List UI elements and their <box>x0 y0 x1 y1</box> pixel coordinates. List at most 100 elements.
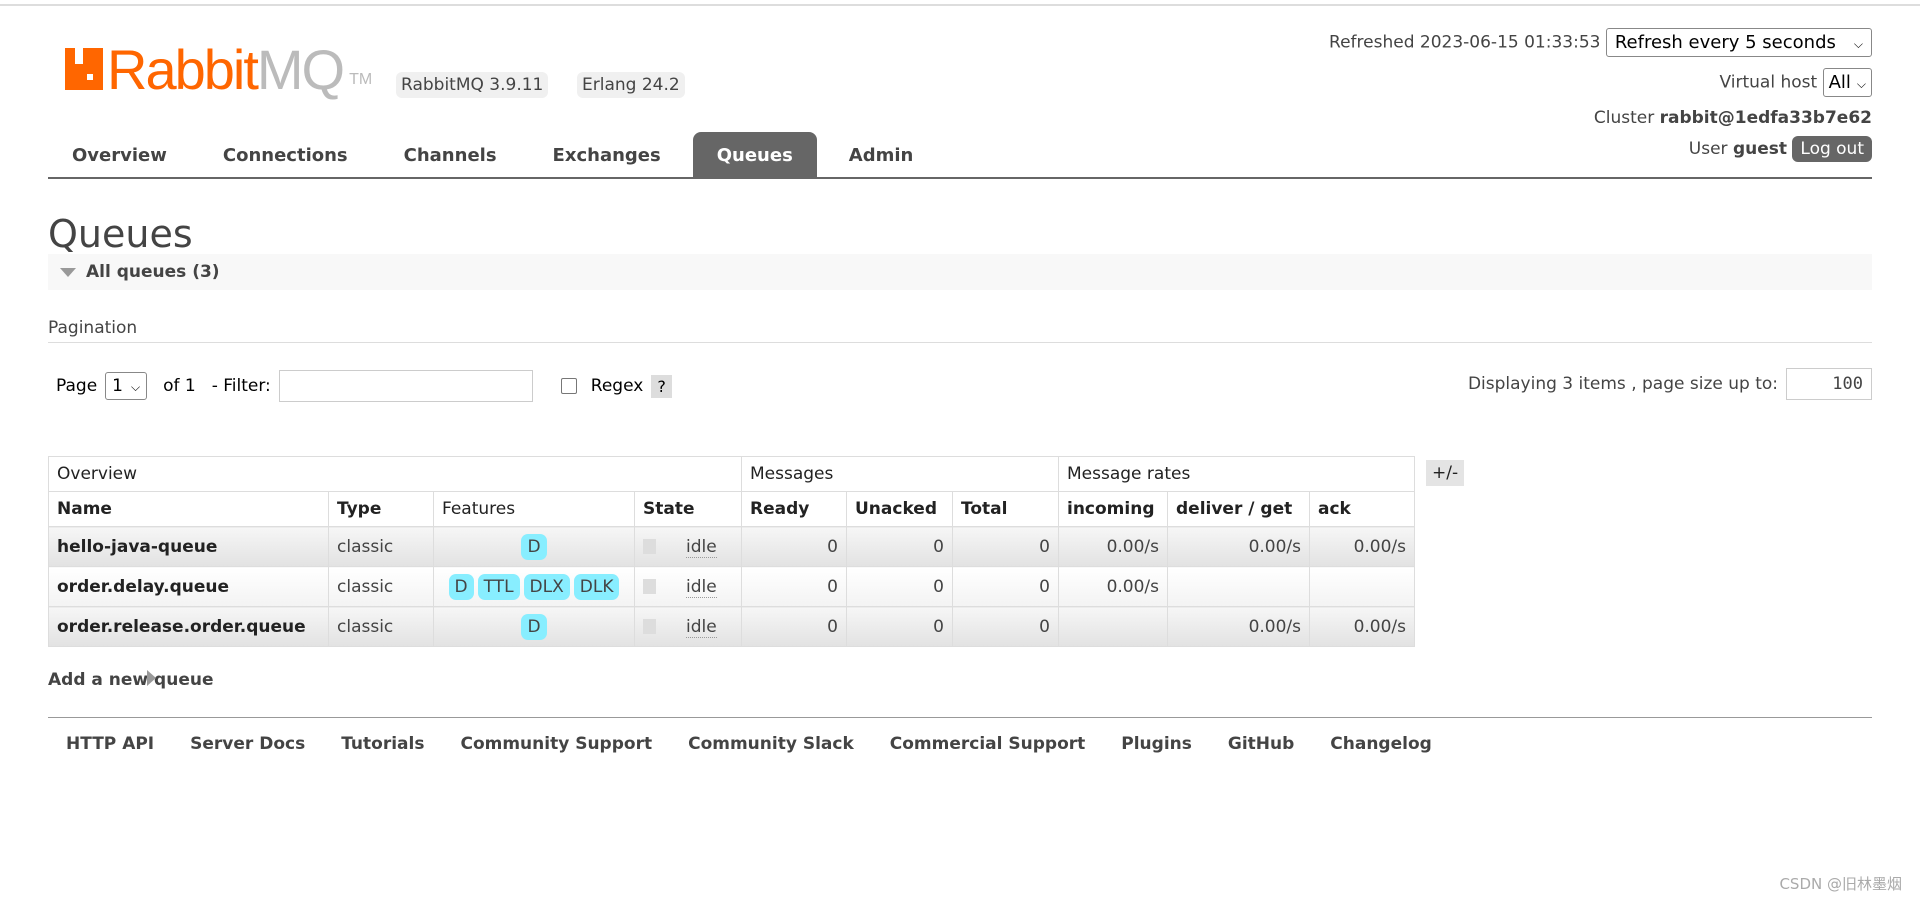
vhost-label: Virtual host <box>1719 72 1818 93</box>
col-deliver-get[interactable]: deliver / get <box>1167 491 1310 527</box>
footer-link-http-api[interactable]: HTTP API <box>66 734 154 754</box>
feature-badge: D <box>521 613 547 640</box>
col-ack[interactable]: ack <box>1309 491 1415 527</box>
footer-link-github[interactable]: GitHub <box>1228 734 1294 754</box>
col-name[interactable]: Name <box>48 491 329 527</box>
main-nav: Overview Connections Channels Exchanges … <box>48 132 1872 179</box>
all-queues-toggle[interactable]: All queues (3) <box>48 254 1872 290</box>
state-label: idle <box>686 536 717 558</box>
footer-link-changelog[interactable]: Changelog <box>1330 734 1432 754</box>
refreshed-label: Refreshed 2023-06-15 01:33:53 <box>1329 32 1601 53</box>
footer-link-server-docs[interactable]: Server Docs <box>190 734 305 754</box>
page-select[interactable]: 1 ⌵ <box>105 372 148 400</box>
queue-name-link[interactable]: hello-java-queue <box>48 526 329 567</box>
total-count: 0 <box>952 526 1059 567</box>
add-queue-toggle[interactable]: Add a new queue <box>48 670 214 690</box>
footer: HTTP API Server Docs Tutorials Community… <box>48 717 1872 754</box>
page-label: Page <box>56 376 98 396</box>
incoming-rate: 0.00/s <box>1058 526 1168 567</box>
queue-features: D <box>433 606 635 647</box>
ack-rate <box>1309 566 1415 607</box>
ready-count: 0 <box>741 566 847 607</box>
col-state[interactable]: State <box>634 491 742 527</box>
tab-connections[interactable]: Connections <box>199 132 372 177</box>
refresh-interval-select[interactable]: Refresh every 5 seconds ⌵ <box>1605 28 1872 57</box>
tab-channels[interactable]: Channels <box>380 132 521 177</box>
chevron-down-icon: ⌵ <box>1853 37 1863 51</box>
state-label: idle <box>686 576 717 598</box>
col-unacked[interactable]: Unacked <box>846 491 953 527</box>
footer-link-plugins[interactable]: Plugins <box>1121 734 1192 754</box>
state-indicator-icon <box>643 539 656 554</box>
column-toggle-button[interactable]: +/- <box>1426 460 1465 486</box>
deliver-get-rate: 0.00/s <box>1167 606 1310 647</box>
filter-input[interactable] <box>278 370 533 402</box>
logo-tm: TM <box>349 71 373 88</box>
cluster-label: Cluster <box>1593 108 1655 128</box>
state-indicator-icon <box>643 619 656 634</box>
vhost-select[interactable]: All ⌵ <box>1822 68 1872 97</box>
queue-name-link[interactable]: order.delay.queue <box>48 566 329 607</box>
col-incoming[interactable]: incoming <box>1058 491 1168 527</box>
tab-exchanges[interactable]: Exchanges <box>529 132 685 177</box>
footer-link-tutorials[interactable]: Tutorials <box>341 734 424 754</box>
pagination-title: Pagination <box>48 318 1872 343</box>
displaying-label: Displaying 3 items , page size up to: <box>1467 374 1778 394</box>
unacked-count: 0 <box>846 606 953 647</box>
unacked-count: 0 <box>846 526 953 567</box>
top-border <box>0 4 1920 6</box>
feature-badge: D <box>448 573 474 600</box>
regex-help-button[interactable]: ? <box>651 374 672 398</box>
rabbitmq-logo[interactable]: Rabbit MQ TM <box>65 38 373 101</box>
state-label: idle <box>686 616 717 638</box>
queue-type: classic <box>328 566 434 607</box>
feature-badge: DLX <box>523 573 570 600</box>
feature-badge: TTL <box>477 573 520 600</box>
footer-link-commercial-support[interactable]: Commercial Support <box>890 734 1086 754</box>
state-indicator-icon <box>643 579 656 594</box>
deliver-get-rate <box>1167 566 1310 607</box>
page-size-input[interactable]: 100 <box>1786 368 1872 400</box>
chevron-down-icon: ⌵ <box>1856 77 1866 91</box>
triangle-down-icon <box>60 267 76 277</box>
footer-link-community-slack[interactable]: Community Slack <box>688 734 854 754</box>
regex-label: Regex <box>590 376 644 396</box>
queue-state: idle <box>634 526 742 567</box>
refresh-select-value: Refresh every 5 seconds <box>1614 32 1836 53</box>
feature-badge: DLK <box>573 573 620 600</box>
queue-name-link[interactable]: order.release.order.queue <box>48 606 329 647</box>
ready-count: 0 <box>741 606 847 647</box>
total-count: 0 <box>952 606 1059 647</box>
table-row: hello-java-queue classic D idle 0 0 0 0.… <box>48 526 1415 567</box>
tab-admin[interactable]: Admin <box>825 132 938 177</box>
tab-overview[interactable]: Overview <box>48 132 191 177</box>
incoming-rate: 0.00/s <box>1058 566 1168 607</box>
tab-queues[interactable]: Queues <box>692 132 817 177</box>
regex-checkbox[interactable] <box>560 378 577 394</box>
deliver-get-rate: 0.00/s <box>1167 526 1310 567</box>
col-ready[interactable]: Ready <box>741 491 847 527</box>
total-count: 0 <box>952 566 1059 607</box>
incoming-rate <box>1058 606 1168 647</box>
triangle-right-icon <box>146 670 156 686</box>
ack-rate: 0.00/s <box>1309 526 1415 567</box>
unacked-count: 0 <box>846 566 953 607</box>
cluster-name: rabbit@1edfa33b7e62 <box>1659 108 1872 128</box>
queue-type: classic <box>328 526 434 567</box>
col-features: Features <box>433 491 635 527</box>
queues-table: Overview Messages Message rates Name Typ… <box>48 456 1415 647</box>
logo-text: Rabbit <box>107 38 259 101</box>
queue-state: idle <box>634 606 742 647</box>
chevron-down-icon: ⌵ <box>130 380 141 394</box>
group-messages: Messages <box>741 456 1059 492</box>
col-type[interactable]: Type <box>328 491 434 527</box>
col-total[interactable]: Total <box>952 491 1059 527</box>
table-row: order.release.order.queue classic D idle… <box>48 606 1415 647</box>
logo-text-mq: MQ <box>256 38 345 101</box>
page-count: of 1 <box>163 376 196 396</box>
section-title: All queues (3) <box>86 262 220 282</box>
add-queue-label: Add a new queue <box>48 670 214 690</box>
group-message-rates: Message rates <box>1058 456 1415 492</box>
page-select-value: 1 <box>112 376 123 396</box>
footer-link-community-support[interactable]: Community Support <box>460 734 652 754</box>
